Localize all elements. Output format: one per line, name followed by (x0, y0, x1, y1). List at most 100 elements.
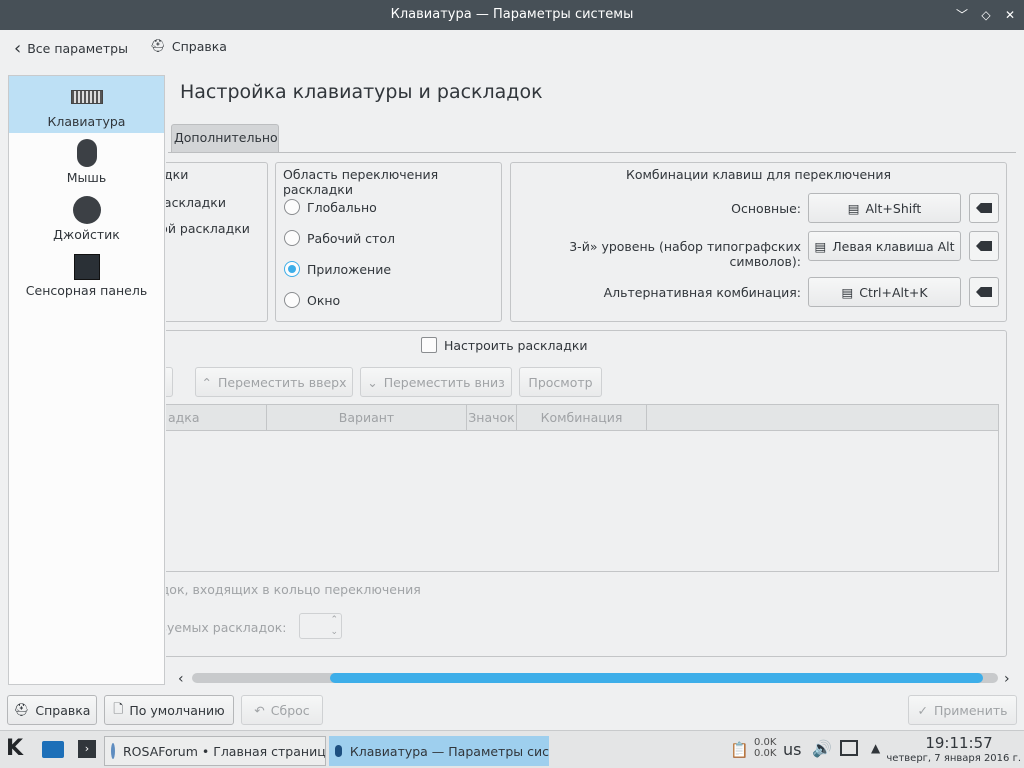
help-button[interactable]: ⛑ Справка (150, 38, 227, 54)
main-shortcut-button[interactable]: ▤ Alt+Shift (808, 193, 961, 223)
task-label: Клавиатура — Параметры сис (349, 743, 549, 759)
back-label: Все параметры (27, 41, 128, 56)
keyboard-layout-indicator[interactable]: us (783, 740, 801, 759)
move-down-button[interactable]: ⌄ Переместить вниз (360, 367, 512, 397)
shortcut-value: Alt+Shift (865, 200, 922, 216)
sidebar-item-label: Джойстик (53, 227, 120, 242)
button-label: Сброс (270, 702, 310, 718)
remove-button[interactable]: ь (166, 367, 173, 397)
footer-help-button[interactable]: ⛑ Справка (7, 695, 97, 725)
title-bar: Клавиатура — Параметры системы ﹀ ◇ ✕ (0, 0, 1024, 30)
sidebar-item-label: Сенсорная панель (25, 283, 148, 298)
keyboard-icon: ▤ (847, 200, 860, 216)
sidebar-item-label: Мышь (66, 170, 107, 185)
column-header-layout[interactable]: адка (166, 405, 267, 431)
column-header-icon[interactable]: Значок (467, 405, 517, 431)
net-down: 0.0K (754, 748, 777, 759)
button-label: Переместить вниз (383, 374, 505, 390)
back-button[interactable]: ‹ Все параметры (14, 38, 128, 59)
volume-icon[interactable]: 🔊 (812, 739, 832, 758)
loop-count-label: адок, входящих в кольцо переключения (166, 582, 421, 597)
sidebar-item-mouse[interactable]: Мышь (9, 133, 164, 190)
left-group: дки раскладки ной раскладки (166, 162, 268, 322)
radio-label: Приложение (307, 261, 392, 277)
alt-shortcut-button[interactable]: ▤ Ctrl+Alt+K (808, 277, 961, 307)
toolbar: ‹ Все параметры ⛑ Справка (0, 30, 1024, 66)
scroll-left-icon[interactable]: ‹ (178, 671, 184, 687)
radio-label: Окно (307, 292, 341, 308)
clock-time[interactable]: 19:11:57 (900, 734, 1018, 752)
group-title: Область переключения раскладки (283, 167, 439, 197)
sidebar-item-touchpad[interactable]: Сенсорная панель (9, 247, 164, 304)
radio-label: Глобально (307, 199, 377, 215)
page-title: Настройка клавиатуры и раскладок (180, 81, 543, 103)
apply-button[interactable]: ✓ Применить (908, 695, 1017, 725)
close-icon[interactable]: ✕ (1000, 0, 1020, 30)
button-label: По умолчанию (129, 702, 225, 718)
mail-icon[interactable] (42, 741, 64, 758)
preview-button[interactable]: Просмотр (519, 367, 602, 397)
network-icon[interactable] (840, 740, 858, 756)
chevron-left-icon: ‹ (14, 38, 22, 59)
switch-area-group: Область переключения раскладки Глобально… (275, 162, 502, 322)
window-title: Клавиатура — Параметры системы (390, 7, 634, 22)
kde-menu-icon[interactable]: K (6, 736, 32, 762)
maximize-icon[interactable]: ◇ (976, 0, 996, 30)
radio-desktop[interactable]: Рабочий стол (284, 230, 395, 246)
backspace-icon (976, 203, 992, 213)
sidebar-item-label: Клавиатура (47, 114, 126, 129)
move-up-button[interactable]: ⌃ Переместить вверх (195, 367, 353, 397)
scrollbar-thumb[interactable] (330, 673, 984, 683)
button-label: Справка (35, 702, 91, 718)
option-label: ной раскладки (166, 221, 250, 236)
lifebuoy-icon: ⛑ (13, 702, 30, 717)
chevron-down-icon: ⌄ (367, 374, 378, 390)
layouts-group: Настроить раскладки ь ⌃ Переместить вверх… (166, 330, 1007, 657)
clipboard-icon[interactable]: 📋 (730, 741, 749, 759)
keyboard-icon: ▤ (814, 238, 827, 254)
radio-window[interactable]: Окно (284, 292, 340, 308)
lifebuoy-icon: ⛑ (150, 38, 166, 53)
third-level-shortcut-button[interactable]: ▤ Левая клавиша Alt (808, 231, 961, 261)
column-header-shortcut[interactable]: Комбинация клавиш (517, 405, 647, 431)
task-settings[interactable]: Клавиатура — Параметры сис (329, 736, 549, 766)
column-header-variant[interactable]: Вариант (267, 405, 467, 431)
backspace-icon (976, 241, 992, 251)
minimize-icon[interactable]: ﹀ (952, 0, 972, 30)
expand-tray-icon[interactable]: ▲ (871, 741, 880, 755)
shortcut-label: 3-й» уровень (набор типографских символо… (569, 239, 801, 269)
reset-button[interactable]: ↶ Сброс (241, 695, 323, 725)
configure-layouts-checkbox[interactable]: Настроить раскладки (421, 337, 588, 353)
button-label: Переместить вверх (217, 374, 347, 390)
terminal-icon[interactable]: › (78, 740, 96, 758)
option-label: дки (166, 167, 189, 182)
content-area: Настройка клавиатуры и раскладок Дополни… (166, 75, 1016, 690)
option-label: раскладки (166, 195, 226, 210)
shortcut-label: Основные: (731, 201, 801, 216)
sidebar-item-joystick[interactable]: Джойстик (9, 190, 164, 247)
net-up: 0.0K (754, 737, 777, 748)
clear-third-level-button[interactable] (969, 231, 999, 261)
button-label: Просмотр (528, 374, 593, 390)
clock-date[interactable]: четверг, 7 января 2016 г. (886, 753, 1021, 764)
layouts-count-spinbox[interactable]: ⌃ ⌄ (299, 613, 342, 639)
checkbox-label: Настроить раскладки (444, 337, 588, 353)
taskbar: K › ROSAForum • Главная страниц Клавиату… (0, 730, 1024, 768)
check-icon: ✓ (917, 702, 928, 718)
sidebar-item-keyboard[interactable]: Клавиатура (9, 76, 164, 133)
radio-application[interactable]: Приложение (284, 261, 391, 277)
layouts-table: адка Вариант Значок Комбинация клавиш (166, 404, 999, 572)
tab-panel: дки раскладки ной раскладки Область пере… (166, 152, 1016, 662)
group-title: Комбинации клавиш для переключения (625, 167, 891, 182)
tab-advanced[interactable]: Дополнительно (171, 124, 279, 152)
touchpad-icon (73, 254, 100, 280)
radio-global[interactable]: Глобально (284, 199, 377, 215)
document-icon: 🗋 (113, 700, 124, 716)
clear-main-button[interactable] (969, 193, 999, 223)
defaults-button[interactable]: 🗋 По умолчанию (104, 695, 234, 725)
scroll-right-icon[interactable]: › (1004, 671, 1010, 687)
horizontal-scrollbar[interactable] (192, 673, 998, 683)
toggle-icon (335, 745, 342, 757)
clear-alt-button[interactable] (969, 277, 999, 307)
task-browser[interactable]: ROSAForum • Главная страниц (104, 736, 326, 766)
